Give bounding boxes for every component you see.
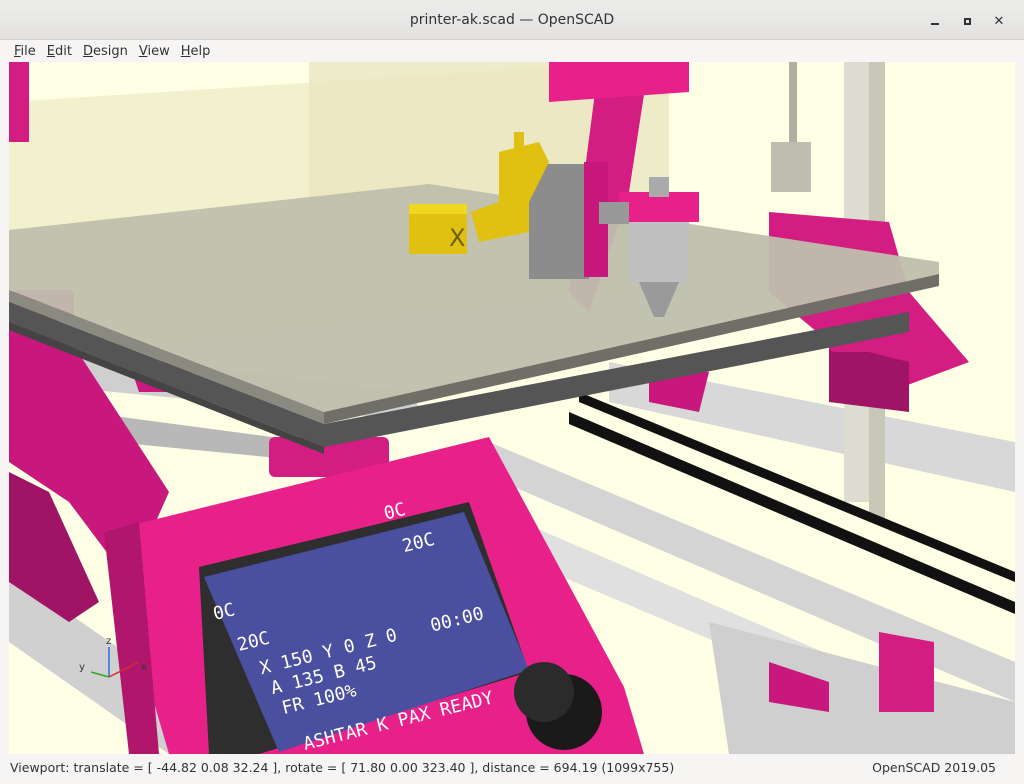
menu-help[interactable]: Help	[181, 44, 211, 59]
menu-edit-accel: E	[46, 43, 55, 59]
maximize-button[interactable]	[956, 10, 978, 32]
menu-design-rest: esign	[92, 43, 128, 59]
maximize-icon	[963, 17, 971, 25]
menu-file-rest: ile	[20, 43, 36, 59]
axis-x-label: x	[141, 662, 147, 673]
menu-design[interactable]: Design	[83, 44, 128, 59]
axis-z-label: z	[106, 636, 111, 647]
openscad-window: printer-ak.scad — OpenSCAD ✕ File Edit D…	[0, 0, 1024, 784]
3d-render[interactable]: X 0C 20C 0C 20C X 150 Y 0 Z 0 A 135 B 45	[9, 62, 1015, 754]
menu-view[interactable]: View	[139, 44, 170, 59]
calibration-cube-x: X	[449, 224, 465, 252]
menu-edit-rest: dit	[55, 43, 72, 59]
minimize-button[interactable]	[924, 10, 946, 32]
menu-help-rest: elp	[190, 43, 211, 59]
menu-file[interactable]: File	[14, 44, 36, 59]
title-bar[interactable]: printer-ak.scad — OpenSCAD ✕	[0, 0, 1024, 40]
status-bar: Viewport: translate = [ -44.82 0.08 32.2…	[0, 754, 1024, 784]
menu-design-accel: D	[82, 43, 93, 59]
window-title: printer-ak.scad — OpenSCAD	[409, 12, 615, 28]
close-button[interactable]: ✕	[988, 10, 1010, 32]
viewport-status: Viewport: translate = [ -44.82 0.08 32.2…	[10, 760, 675, 775]
axis-y-label: y	[79, 662, 85, 673]
version-label: OpenSCAD 2019.05	[872, 760, 996, 775]
minimize-icon	[931, 23, 939, 25]
menu-help-accel: H	[180, 43, 191, 59]
menu-view-rest: iew	[147, 43, 170, 59]
3d-viewport[interactable]: X 0C 20C 0C 20C X 150 Y 0 Z 0 A 135 B 45	[9, 62, 1015, 754]
close-icon: ✕	[993, 13, 1005, 29]
menu-edit[interactable]: Edit	[47, 44, 72, 59]
menu-bar: File Edit Design View Help	[0, 40, 1024, 62]
